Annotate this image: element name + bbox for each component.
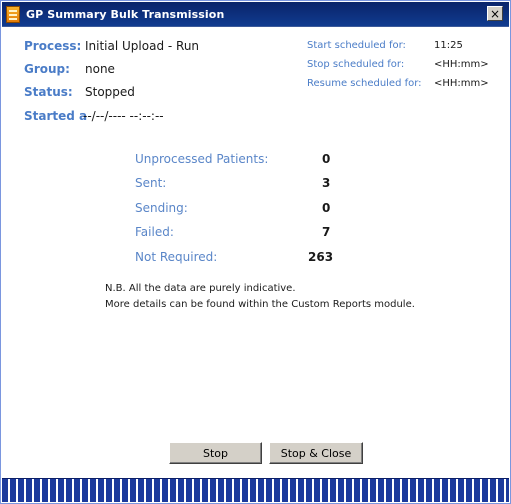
note-line-2: More details can be found within the Cus… — [105, 299, 415, 310]
stop-button[interactable]: Stop — [169, 442, 262, 464]
stat-label-sent: Sent: — [135, 176, 167, 190]
close-icon: × — [489, 6, 501, 21]
dialog-window: GP Summary Bulk Transmission × Process: … — [0, 0, 511, 504]
status-value: Stopped — [85, 85, 135, 99]
stat-value-failed: 7 — [322, 225, 331, 239]
stat-label-not-required: Not Required: — [135, 250, 218, 264]
window-title: GP Summary Bulk Transmission — [26, 7, 225, 21]
title-bar[interactable]: GP Summary Bulk Transmission × — [2, 2, 509, 27]
group-value: none — [85, 62, 115, 76]
start-scheduled-label: Start scheduled for: — [307, 40, 406, 51]
started-label: Started a — [24, 109, 88, 123]
stop-and-close-button[interactable]: Stop & Close — [269, 442, 363, 464]
start-scheduled-value: 11:25 — [434, 40, 463, 51]
started-value: --/--/---- --:--:-- — [83, 109, 164, 123]
stat-label-unprocessed: Unprocessed Patients: — [135, 152, 269, 166]
progress-strip — [2, 478, 509, 502]
dialog-body: Process: Initial Upload - Run Group: non… — [2, 28, 509, 477]
stat-label-sending: Sending: — [135, 201, 188, 215]
app-icon — [6, 5, 20, 23]
stop-scheduled-label: Stop scheduled for: — [307, 59, 405, 70]
note-line-1: N.B. All the data are purely indicative. — [105, 283, 296, 294]
group-label: Group: — [24, 62, 70, 76]
resume-scheduled-value: <HH:mm> — [434, 78, 489, 89]
stat-value-sent: 3 — [322, 176, 331, 190]
process-value: Initial Upload - Run — [85, 39, 200, 53]
stat-value-unprocessed: 0 — [322, 152, 331, 166]
stat-label-failed: Failed: — [135, 225, 174, 239]
process-label: Process: — [24, 39, 82, 53]
stop-scheduled-value: <HH:mm> — [434, 59, 489, 70]
stat-value-sending: 0 — [322, 201, 331, 215]
close-button[interactable]: × — [487, 6, 503, 21]
status-label: Status: — [24, 85, 73, 99]
stat-value-not-required: 263 — [308, 250, 334, 264]
resume-scheduled-label: Resume scheduled for: — [307, 78, 422, 89]
